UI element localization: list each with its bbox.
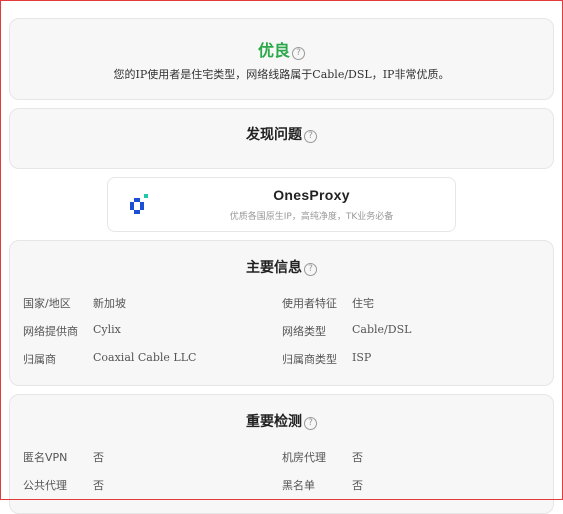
- info-value: 新加坡: [93, 297, 126, 310]
- summary-description: 您的IP使用者是住宅类型，网络线路属于Cable/DSL，IP非常优质。: [113, 68, 450, 81]
- check-value: 否: [352, 451, 363, 464]
- help-circle-icon[interactable]: ?: [292, 47, 305, 60]
- main-info-card: 主要信息? 国家/地区 新加坡 网络提供商 Cylix 归属商 Coaxial …: [9, 240, 554, 386]
- check-label: 匿名VPN: [23, 451, 68, 464]
- rating-label: 优良: [257, 41, 290, 60]
- checks-card: 重要检测? 匿名VPN 否 公共代理 否 机房代理 否 黑名单 否: [9, 394, 554, 514]
- onesproxy-logo-icon: [130, 194, 148, 214]
- check-value: 否: [93, 451, 104, 464]
- info-label: 国家/地区: [23, 297, 71, 310]
- info-label: 归属商类型: [282, 353, 337, 366]
- info-value: Coaxial Cable LLC: [93, 351, 197, 364]
- info-label: 网络类型: [282, 325, 326, 338]
- info-value: Cable/DSL: [352, 323, 412, 336]
- info-value: ISP: [352, 351, 372, 364]
- main-info-title: 主要信息: [246, 260, 302, 276]
- issues-title: 发现问题: [246, 127, 302, 143]
- info-label: 网络提供商: [23, 325, 78, 338]
- help-circle-icon[interactable]: ?: [304, 263, 317, 276]
- check-label: 公共代理: [23, 479, 67, 492]
- info-value: 住宅: [352, 297, 374, 310]
- issues-card: 发现问题?: [9, 108, 554, 169]
- info-label: 归属商: [23, 353, 56, 366]
- ad-tagline: 优质各国原生IP，高纯净度，TK业务必备: [229, 212, 394, 222]
- checks-title: 重要检测: [246, 414, 302, 430]
- check-value: 否: [352, 479, 363, 492]
- check-label: 机房代理: [282, 451, 326, 464]
- ad-title: OnesProxy: [273, 187, 350, 203]
- info-label: 使用者特征: [282, 297, 337, 310]
- info-value: Cylix: [93, 323, 121, 336]
- issues-heading: 发现问题?: [10, 124, 553, 144]
- summary-card: 优良? 您的IP使用者是住宅类型，网络线路属于Cable/DSL，IP非常优质。: [9, 18, 554, 100]
- onesproxy-ad[interactable]: OnesProxy 优质各国原生IP，高纯净度，TK业务必备: [107, 177, 456, 232]
- check-value: 否: [93, 479, 104, 492]
- rating-heading: 优良?: [10, 37, 553, 61]
- help-circle-icon[interactable]: ?: [304, 130, 317, 143]
- help-circle-icon[interactable]: ?: [304, 417, 317, 430]
- checks-heading: 重要检测?: [10, 411, 553, 431]
- check-label: 黑名单: [282, 479, 315, 492]
- main-info-heading: 主要信息?: [10, 257, 553, 277]
